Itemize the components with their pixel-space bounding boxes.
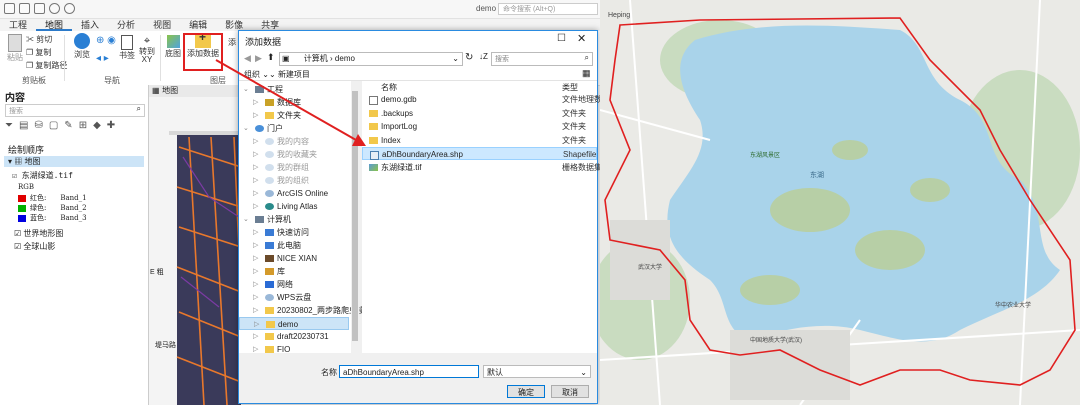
map-place-label: 武汉大学: [638, 265, 663, 271]
result-map[interactable]: Heping 东湖 武汉大学 中国地质大学(武汉) 东湖风景区 华中农业大学: [600, 0, 1080, 405]
map-canvas: [600, 0, 1080, 405]
annotation-arrow: [215, 59, 366, 146]
map-place-label: 华中农业大学: [995, 303, 1032, 309]
map-place-label: 中国地质大学(武汉): [750, 338, 802, 344]
map-place-label: Heping: [608, 12, 631, 19]
map-place-label: 东湖风景区: [750, 153, 781, 159]
map-place-label: 东湖: [810, 172, 824, 179]
